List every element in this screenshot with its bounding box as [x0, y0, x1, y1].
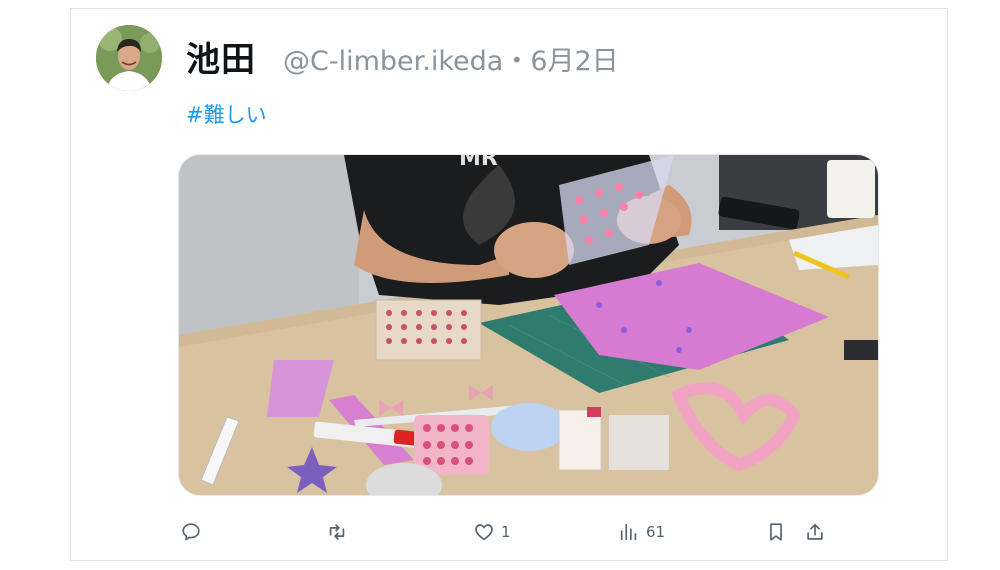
views-count: 61 [646, 523, 666, 541]
author-name[interactable]: 池田 [186, 38, 256, 82]
retweet-button[interactable] [326, 518, 348, 546]
retweet-icon [329, 524, 345, 540]
svg-text:MR: MR [459, 155, 498, 171]
avatar[interactable] [96, 25, 162, 91]
handle-and-date: @C-limber.ikeda・6月2日 [283, 45, 619, 79]
bookmark-icon [770, 523, 782, 541]
reply-button[interactable] [180, 518, 202, 546]
like-count: 1 [501, 523, 511, 541]
hashtag-link[interactable]: #難しい [186, 101, 267, 129]
share-button[interactable] [804, 518, 826, 546]
post-date[interactable]: 6月2日 [530, 46, 618, 77]
share-icon [807, 523, 823, 540]
views-icon [620, 523, 637, 541]
tweet-photo[interactable]: MR [178, 154, 879, 496]
views-button[interactable]: 61 [618, 518, 665, 546]
like-button[interactable]: 1 [473, 518, 511, 546]
reply-icon [182, 523, 200, 541]
heart-icon [475, 524, 493, 541]
author-handle[interactable]: @C-limber.ikeda [283, 46, 503, 77]
separator: ・ [503, 46, 531, 77]
action-bar: 1 61 [0, 512, 1000, 552]
bookmark-button[interactable] [765, 518, 787, 546]
